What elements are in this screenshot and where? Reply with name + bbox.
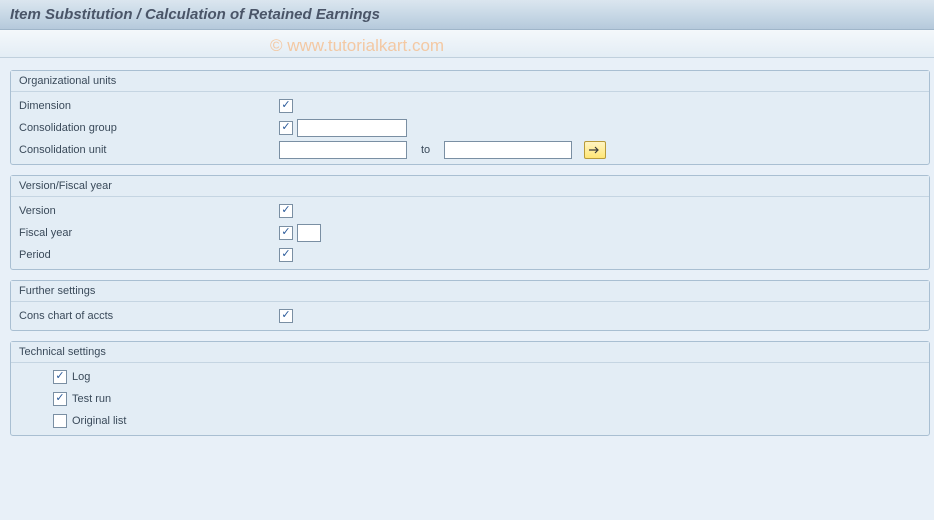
group-body-further: Cons chart of accts: [11, 302, 929, 330]
group-body-version: Version Fiscal year Period: [11, 197, 929, 269]
group-org-units: Organizational units Dimension Consolida…: [10, 70, 930, 165]
label-original-list: Original list: [72, 415, 126, 427]
label-fiscal-year: Fiscal year: [19, 227, 279, 239]
row-cons-group: Consolidation group: [11, 117, 929, 139]
cons-unit-to-input[interactable]: [444, 141, 572, 159]
row-cons-chart: Cons chart of accts: [11, 305, 929, 327]
row-fiscal-year: Fiscal year: [11, 222, 929, 244]
label-log: Log: [72, 371, 90, 383]
row-cons-unit: Consolidation unit to: [11, 139, 929, 161]
label-version: Version: [19, 205, 279, 217]
multiple-selection-button[interactable]: [584, 141, 606, 159]
label-cons-group: Consolidation group: [19, 122, 279, 134]
range-to-label: to: [421, 144, 430, 156]
cons-group-checkbox[interactable]: [279, 121, 293, 135]
row-version: Version: [11, 200, 929, 222]
group-further-settings: Further settings Cons chart of accts: [10, 280, 930, 331]
row-original-list: Original list: [11, 410, 929, 432]
test-run-checkbox[interactable]: [53, 392, 67, 406]
label-period: Period: [19, 249, 279, 261]
group-title-org: Organizational units: [11, 71, 929, 92]
group-body-tech: Log Test run Original list: [11, 363, 929, 435]
period-checkbox[interactable]: [279, 248, 293, 262]
label-dimension: Dimension: [19, 100, 279, 112]
label-cons-chart: Cons chart of accts: [19, 310, 279, 322]
page-header: Item Substitution / Calculation of Retai…: [0, 0, 934, 30]
label-test-run: Test run: [72, 393, 111, 405]
group-title-tech: Technical settings: [11, 342, 929, 363]
toolbar-strip: [0, 30, 934, 58]
row-dimension: Dimension: [11, 95, 929, 117]
label-cons-unit: Consolidation unit: [19, 144, 279, 156]
group-body-org: Dimension Consolidation group Consolidat…: [11, 92, 929, 164]
arrow-right-icon: [589, 146, 601, 154]
row-period: Period: [11, 244, 929, 266]
dimension-checkbox[interactable]: [279, 99, 293, 113]
page-title: Item Substitution / Calculation of Retai…: [10, 6, 924, 23]
fiscal-year-input[interactable]: [297, 224, 321, 242]
original-list-checkbox[interactable]: [53, 414, 67, 428]
row-test-run: Test run: [11, 388, 929, 410]
row-log: Log: [11, 366, 929, 388]
cons-unit-from-input[interactable]: [279, 141, 407, 159]
log-checkbox[interactable]: [53, 370, 67, 384]
version-checkbox[interactable]: [279, 204, 293, 218]
group-title-further: Further settings: [11, 281, 929, 302]
group-version-fiscal: Version/Fiscal year Version Fiscal year …: [10, 175, 930, 270]
cons-chart-checkbox[interactable]: [279, 309, 293, 323]
group-title-version: Version/Fiscal year: [11, 176, 929, 197]
group-technical-settings: Technical settings Log Test run Original…: [10, 341, 930, 436]
fiscal-year-checkbox[interactable]: [279, 226, 293, 240]
cons-group-input[interactable]: [297, 119, 407, 137]
content-area: Organizational units Dimension Consolida…: [0, 58, 934, 456]
